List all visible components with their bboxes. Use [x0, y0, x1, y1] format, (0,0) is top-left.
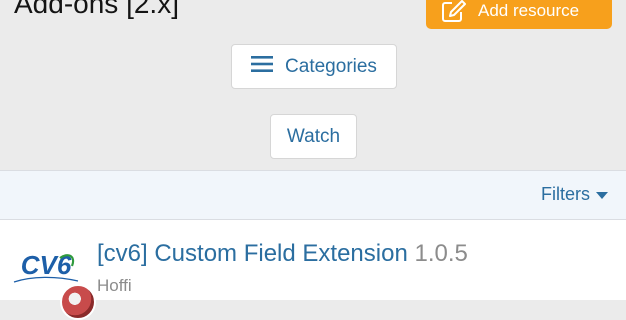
- filter-bar: Filters: [0, 170, 626, 220]
- add-resource-button[interactable]: Add resource: [426, 0, 612, 29]
- resource-title: [cv6] Custom Field Extension 1.0.5: [97, 240, 468, 268]
- resource-title-link[interactable]: [cv6] Custom Field Extension: [97, 240, 408, 267]
- resource-logo[interactable]: CV6: [10, 248, 82, 288]
- edit-icon: [442, 0, 466, 22]
- categories-button[interactable]: Categories: [231, 44, 397, 89]
- avatar[interactable]: [60, 284, 96, 320]
- caret-down-icon: [596, 184, 608, 205]
- resource-list: CV6 [cv6] Custom Field Extension 1.0.5 H…: [0, 220, 626, 320]
- filters-button[interactable]: Filters: [541, 184, 608, 205]
- add-resource-label: Add resource: [478, 0, 580, 20]
- resource-version: 1.0.5: [414, 240, 468, 267]
- resource-author[interactable]: Hoffi: [97, 276, 132, 296]
- categories-label: Categories: [285, 55, 377, 77]
- filters-label: Filters: [541, 184, 590, 204]
- menu-icon: [251, 55, 274, 79]
- watch-label: Watch: [286, 125, 341, 147]
- watch-button[interactable]: Watch: [270, 114, 357, 159]
- page-title: Add-ons [2.x]: [14, 0, 179, 19]
